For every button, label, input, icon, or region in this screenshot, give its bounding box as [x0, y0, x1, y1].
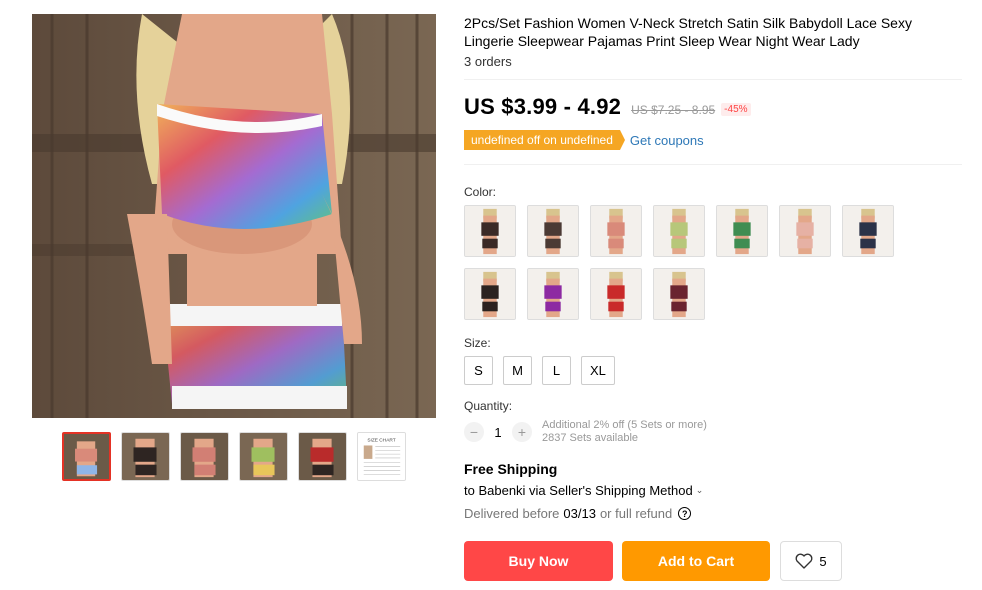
delivery-suffix: or full refund	[599, 506, 673, 521]
color-swatch-7[interactable]	[842, 205, 894, 257]
buy-now-button[interactable]: Buy Now	[464, 541, 613, 581]
divider	[464, 79, 962, 80]
color-swatch-10[interactable]	[590, 268, 642, 320]
product-title: 2Pcs/Set Fashion Women V-Neck Stretch Sa…	[464, 15, 912, 49]
purchase-actions: Buy Now Add to Cart 5	[464, 541, 962, 581]
size-option-xl[interactable]: XL	[581, 356, 615, 385]
color-swatch-9[interactable]	[527, 268, 579, 320]
stock-available: 2837 Sets available	[542, 432, 639, 444]
thumb-butterfly-pajama-icon	[64, 434, 109, 479]
thumbnail-5[interactable]	[298, 432, 347, 481]
color-swatch-6[interactable]	[779, 205, 831, 257]
coupon-row: undefined off on undefined Get coupons	[464, 130, 962, 150]
size-option-m[interactable]: M	[503, 356, 532, 385]
main-product-image[interactable]	[32, 14, 436, 418]
color-swatch-8[interactable]	[464, 268, 516, 320]
delivery-estimate: Delivered before 03/13 or full refund ?	[464, 506, 962, 521]
thumb-red-pajama-icon	[299, 433, 346, 480]
shipping-method-text[interactable]: to Babenki via Seller's Shipping Method	[464, 483, 693, 498]
delivery-date: 03/13	[563, 506, 596, 521]
product-gallery: SIZE CHART	[0, 0, 450, 590]
quantity-value[interactable]: 1	[484, 425, 512, 440]
thumbnail-1[interactable]	[62, 432, 111, 481]
color-swatch-3[interactable]	[590, 205, 642, 257]
color-swatch-11[interactable]	[653, 268, 705, 320]
shipping-method-selector[interactable]: to Babenki via Seller's Shipping Method …	[464, 483, 962, 498]
quantity-plus-button[interactable]: +	[512, 422, 532, 442]
pajama-black-print-swatch	[465, 206, 515, 256]
quantity-stepper: − 1 + Additional 2% off (5 Sets or more)…	[464, 419, 962, 445]
pajama-purple-print-swatch	[528, 269, 578, 319]
thumbnail-3[interactable]	[180, 432, 229, 481]
color-swatch-2[interactable]	[527, 205, 579, 257]
size-options: S M L XL	[464, 356, 962, 385]
thumbnail-4[interactable]	[239, 432, 288, 481]
quantity-note: Additional 2% off (5 Sets or more) 2837 …	[542, 419, 707, 445]
color-swatch-5[interactable]	[716, 205, 768, 257]
size-chart-label: SIZE CHART	[367, 438, 395, 444]
quantity-label: Quantity:	[464, 399, 513, 413]
help-icon[interactable]: ?	[678, 507, 692, 520]
product-info-panel: 2Pcs/Set Fashion Women V-Neck Stretch Sa…	[464, 14, 962, 581]
coupon-badge: undefined off on undefined	[464, 130, 625, 150]
quantity-minus-button[interactable]: −	[464, 422, 484, 442]
get-coupons-link[interactable]: Get coupons	[630, 133, 704, 148]
thumbnail-2[interactable]	[121, 432, 170, 481]
original-price: US $7.25 - 8.95	[631, 103, 716, 117]
add-to-cart-button[interactable]: Add to Cart	[622, 541, 770, 581]
color-swatch-4[interactable]	[653, 205, 705, 257]
thumbnail-strip: SIZE CHART	[62, 432, 406, 481]
pajama-model-photo-icon	[32, 14, 436, 418]
pajama-dark-print-swatch	[528, 206, 578, 256]
pajama-navy-print-swatch	[843, 206, 893, 256]
pajama-green-print-swatch	[717, 206, 767, 256]
pajama-pink-butterfly-swatch	[591, 206, 641, 256]
pajama-maroon-print-swatch	[654, 269, 704, 319]
pajama-light-floral-swatch	[780, 206, 830, 256]
wishlist-count: 5	[819, 553, 827, 569]
thumb-black-pajama-icon	[122, 433, 169, 480]
current-price: US $3.99 - 4.92	[464, 94, 622, 119]
pajama-red-print-swatch	[591, 269, 641, 319]
shipping-title: Free Shipping	[464, 461, 558, 477]
orders-count: 3 orders	[464, 54, 512, 69]
thumbnail-size-chart[interactable]: SIZE CHART	[357, 432, 406, 481]
color-label: Color:	[464, 185, 497, 199]
heart-icon	[795, 553, 813, 569]
size-chart-icon: SIZE CHART	[358, 433, 405, 480]
price-row: US $3.99 - 4.92 US $7.25 - 8.95 -45%	[464, 94, 962, 120]
thumb-pink-pajama-icon	[181, 433, 228, 480]
size-option-s[interactable]: S	[464, 356, 493, 385]
pajama-black-leopard-swatch	[465, 269, 515, 319]
color-swatch-grid	[464, 205, 962, 320]
size-label: Size:	[464, 336, 491, 350]
size-option-l[interactable]: L	[542, 356, 571, 385]
chevron-down-icon[interactable]: ⌄	[696, 485, 704, 496]
wishlist-button[interactable]: 5	[780, 541, 842, 581]
divider	[464, 164, 962, 165]
color-swatch-1[interactable]	[464, 205, 516, 257]
discount-badge: -45%	[721, 103, 751, 116]
pajama-butterfly-swatch	[654, 206, 704, 256]
thumb-green-pajama-icon	[240, 433, 287, 480]
delivery-prefix: Delivered before	[464, 506, 560, 521]
bulk-discount-note: Additional 2% off (5 Sets or more)	[542, 419, 707, 431]
